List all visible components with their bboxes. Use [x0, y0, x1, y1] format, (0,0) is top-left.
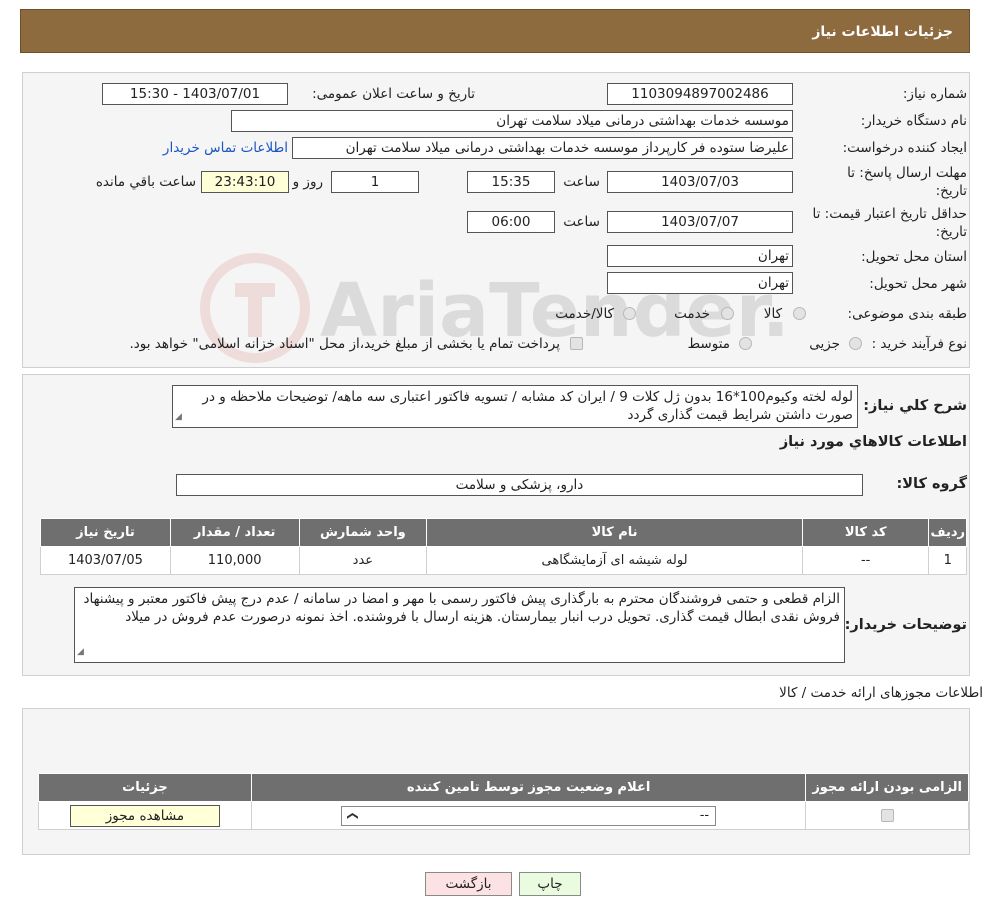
- goods-col-code: کد کالا: [801, 518, 930, 547]
- page-header: جزئیات اطلاعات نیاز: [20, 9, 970, 53]
- buyer-contact-link[interactable]: اطلاعات تماس خریدار: [163, 140, 288, 156]
- goods-cell-row: 1: [928, 546, 967, 575]
- resize-handle-icon[interactable]: ◢: [175, 408, 182, 426]
- goods-col-name: نام کالا: [426, 518, 803, 547]
- table-row: -- ❯ مشاهده مجوز: [38, 801, 969, 830]
- print-button[interactable]: چاپ: [519, 872, 581, 896]
- validity-label-date: تاریخ:: [935, 224, 967, 240]
- need-number-field: 1103094897002486: [607, 83, 793, 105]
- announce-datetime-label: تاریخ و ساعت اعلان عمومی:: [312, 86, 475, 102]
- goods-cell-qty: 110,000: [169, 546, 300, 575]
- license-cell-details: مشاهده مجوز: [38, 801, 252, 830]
- goods-group-label: گروه کالا:: [896, 476, 967, 492]
- deadline-time-field: 15:35: [467, 171, 555, 193]
- validity-time-field: 06:00: [467, 211, 555, 233]
- description-text: لوله لخته وکیوم100*16 بدون ژل کلات 9 / ا…: [202, 389, 853, 423]
- description-textarea: لوله لخته وکیوم100*16 بدون ژل کلات 9 / ا…: [172, 385, 858, 428]
- validity-date-field: 1403/07/07: [607, 211, 793, 233]
- days-label: روز و: [292, 174, 323, 190]
- process-radio-medium[interactable]: [739, 337, 752, 350]
- deadline-date-field: 1403/07/03: [607, 171, 793, 193]
- process-option-partial: جزیی: [809, 336, 840, 352]
- category-option-goods-service: کالا/خدمت: [555, 306, 614, 322]
- license-status-value: --: [699, 807, 710, 823]
- page-title: جزئیات اطلاعات نیاز: [812, 24, 953, 40]
- chevron-down-icon: ❯: [346, 810, 360, 821]
- goods-col-unit: واحد شمارش: [298, 518, 428, 547]
- license-cell-required: [805, 801, 969, 830]
- license-col-details: جزئیات: [38, 773, 252, 802]
- licenses-title: اطلاعات مجوزهای ارائه خدمت / کالا: [779, 685, 983, 701]
- goods-cell-date: 1403/07/05: [40, 546, 171, 575]
- category-radio-goods-service[interactable]: [623, 307, 636, 320]
- days-field: 1: [331, 171, 419, 193]
- process-type-label: نوع فرآیند خرید :: [871, 336, 967, 352]
- category-radio-goods[interactable]: [793, 307, 806, 320]
- goods-col-qty: تعداد / مقدار: [169, 518, 300, 547]
- goods-group-field: دارو، پزشکی و سلامت: [176, 474, 863, 496]
- goods-table: رديف کد کالا نام کالا واحد شمارش تعداد /…: [40, 518, 967, 575]
- creator-field: علیرضا ستوده فر کارپرداز موسسه خدمات بهد…: [292, 137, 793, 159]
- validity-time-label: ساعت: [563, 214, 600, 230]
- resize-handle-icon[interactable]: ◢: [77, 643, 84, 661]
- announce-datetime-field: 1403/07/01 - 15:30: [102, 83, 288, 105]
- deadline-label: مهلت ارسال پاسخ: تا: [847, 165, 967, 181]
- validity-label: حداقل تاریخ اعتبار قیمت: تا: [812, 206, 967, 222]
- table-row: 1 -- لوله شیشه ای آزمایشگاهی عدد 110,000…: [40, 546, 967, 575]
- license-required-checkbox[interactable]: [880, 809, 894, 822]
- process-payment-checkbox[interactable]: [570, 337, 583, 350]
- category-radio-service[interactable]: [721, 307, 734, 320]
- license-col-required: الزامی بودن ارائه مجوز: [805, 773, 969, 802]
- remaining-label: ساعت باقي مانده: [95, 174, 196, 190]
- buyer-notes-textarea: الزام قطعی و حتمی فروشندگان محترم به بار…: [74, 587, 845, 663]
- process-radio-partial[interactable]: [849, 337, 862, 350]
- back-button[interactable]: بازگشت: [425, 872, 512, 896]
- province-label: استان محل تحویل:: [861, 249, 967, 265]
- buyer-org-label: نام دستگاه خریدار:: [860, 113, 967, 129]
- license-col-status: اعلام وضعیت مجوز توسط تامین کننده: [250, 773, 807, 802]
- remaining-time-field: 23:43:10: [201, 171, 289, 193]
- buyer-notes-text: الزام قطعی و حتمی فروشندگان محترم به بار…: [83, 591, 840, 625]
- view-license-button[interactable]: مشاهده مجوز: [69, 804, 220, 827]
- category-label: طبقه بندی موضوعی:: [847, 306, 967, 322]
- city-label: شهر محل تحویل:: [869, 276, 967, 292]
- process-payment-note: پرداخت تمام یا بخشی از مبلغ خرید،از محل …: [129, 336, 560, 352]
- goods-cell-name: لوله شیشه ای آزمایشگاهی: [426, 546, 803, 575]
- creator-label: ایجاد کننده درخواست:: [842, 140, 967, 156]
- buyer-notes-label: توضیحات خریدار:: [844, 617, 967, 633]
- goods-col-row: رديف: [928, 518, 967, 547]
- deadline-label-date: تاریخ:: [935, 183, 967, 199]
- city-field: تهران: [607, 272, 793, 294]
- category-option-goods: کالا: [763, 306, 782, 322]
- license-status-select[interactable]: -- ❯: [341, 805, 717, 826]
- goods-cell-unit: عدد: [298, 546, 428, 575]
- goods-cell-code: --: [801, 546, 930, 575]
- category-option-service: خدمت: [674, 306, 710, 322]
- province-field: تهران: [607, 245, 793, 267]
- goods-col-date: تاریخ نیاز: [40, 518, 171, 547]
- license-cell-status: -- ❯: [250, 801, 807, 830]
- process-option-medium: متوسط: [687, 336, 730, 352]
- goods-info-title: اطلاعات کالاهاي مورد نياز: [779, 434, 967, 450]
- deadline-time-label: ساعت: [563, 174, 600, 190]
- need-number-label: شماره نیاز:: [902, 86, 967, 102]
- description-label: شرح کلي نياز:: [863, 398, 967, 414]
- licenses-table: الزامی بودن ارائه مجوز اعلام وضعیت مجوز …: [38, 773, 969, 830]
- buyer-org-field: موسسه خدمات بهداشتی درمانی میلاد سلامت ت…: [231, 110, 793, 132]
